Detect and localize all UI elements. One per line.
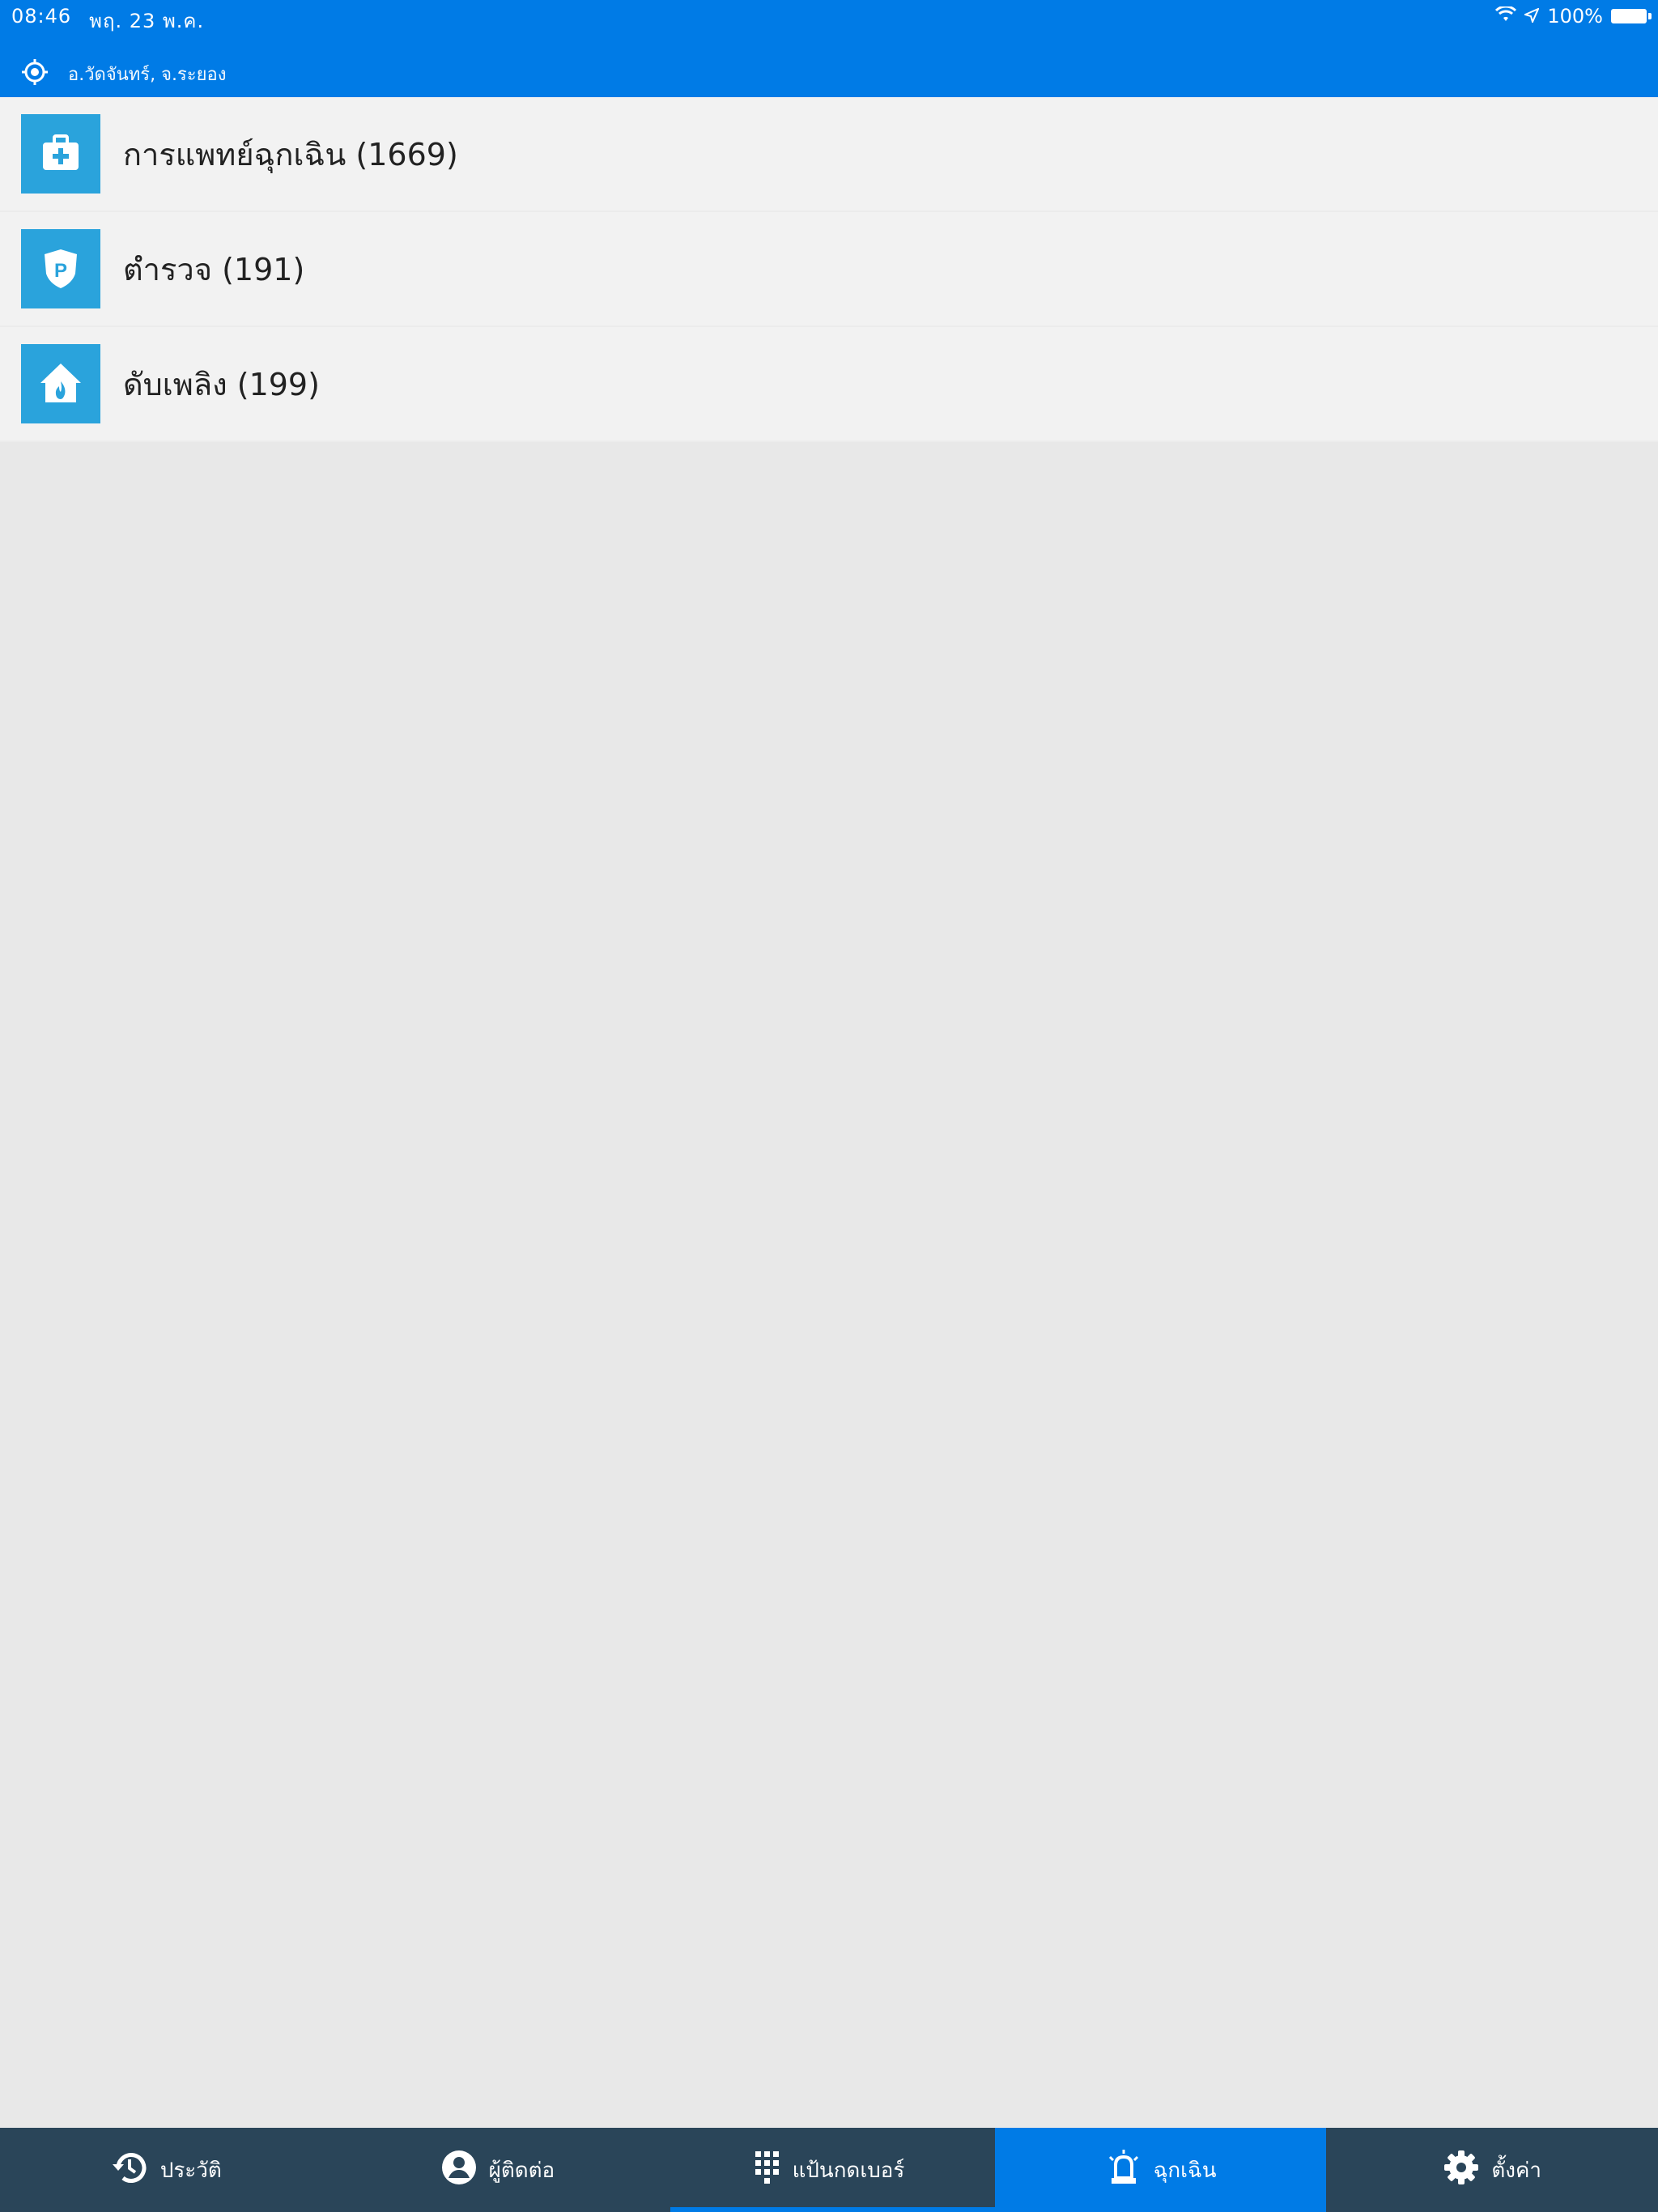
tab-label: ประวัติ xyxy=(159,2158,222,2183)
list-item-fire[interactable]: ดับเพลิง (199) xyxy=(0,327,1658,442)
location-target-icon[interactable] xyxy=(21,58,49,89)
location-row[interactable]: อ.วัดจันทร์, จ.ระยอง xyxy=(21,58,226,89)
status-date: พฤ. 23 พ.ค. xyxy=(89,10,205,32)
location-arrow-icon xyxy=(1523,5,1541,28)
list-item-medical[interactable]: การแพทย์ฉุกเฉิน (1669) xyxy=(0,97,1658,212)
location-label: อ.วัดจันทร์, จ.ระยอง xyxy=(68,64,227,85)
bottom-tab-bar: ประวัติ ผู้ติดต่อ แป้นกดเบอร์ ฉุกเฉิน ตั… xyxy=(0,2128,1658,2212)
siren-icon xyxy=(1105,2149,1142,2192)
fire-house-icon xyxy=(21,344,100,423)
tab-selection-indicator xyxy=(670,2207,1005,2212)
item-label: ดับเพลิง (199) xyxy=(123,366,320,402)
battery-icon xyxy=(1611,9,1652,23)
emergency-list: การแพทย์ฉุกเฉิน (1669) P ตำรวจ (191) ดับ… xyxy=(0,97,1658,442)
tab-contacts[interactable]: ผู้ติดต่อ xyxy=(332,2128,664,2212)
tab-emergency[interactable]: ฉุกเฉิน xyxy=(994,2128,1327,2212)
status-bar-left: 08:46 พฤ. 23 พ.ค. xyxy=(11,5,204,36)
settings-gear-icon xyxy=(1443,2149,1480,2192)
keypad-icon xyxy=(754,2150,781,2191)
svg-text:P: P xyxy=(54,260,67,282)
tab-keypad[interactable]: แป้นกดเบอร์ xyxy=(663,2128,995,2212)
item-label: การแพทย์ฉุกเฉิน (1669) xyxy=(123,136,458,172)
tab-history[interactable]: ประวัติ xyxy=(0,2128,332,2212)
list-item-police[interactable]: P ตำรวจ (191) xyxy=(0,212,1658,327)
tab-label: ตั้งค่า xyxy=(1491,2158,1541,2183)
tab-label: ผู้ติดต่อ xyxy=(488,2158,555,2183)
header-bar: 08:46 พฤ. 23 พ.ค. 100% อ.วัดจันทร์, จ.ระ… xyxy=(0,0,1658,97)
battery-percent: 100% xyxy=(1547,5,1603,28)
tab-label: แป้นกดเบอร์ xyxy=(792,2158,905,2183)
item-label: ตำรวจ (191) xyxy=(123,251,305,287)
contact-icon xyxy=(440,2149,478,2192)
medical-kit-icon xyxy=(21,114,100,194)
police-badge-icon: P xyxy=(21,229,100,308)
status-time: 08:46 xyxy=(11,5,72,28)
tab-label: ฉุกเฉิน xyxy=(1153,2158,1217,2183)
wifi-icon xyxy=(1495,5,1517,28)
status-bar-right: 100% xyxy=(1495,5,1652,28)
history-icon xyxy=(110,2148,149,2193)
tab-settings[interactable]: ตั้งค่า xyxy=(1326,2128,1658,2212)
